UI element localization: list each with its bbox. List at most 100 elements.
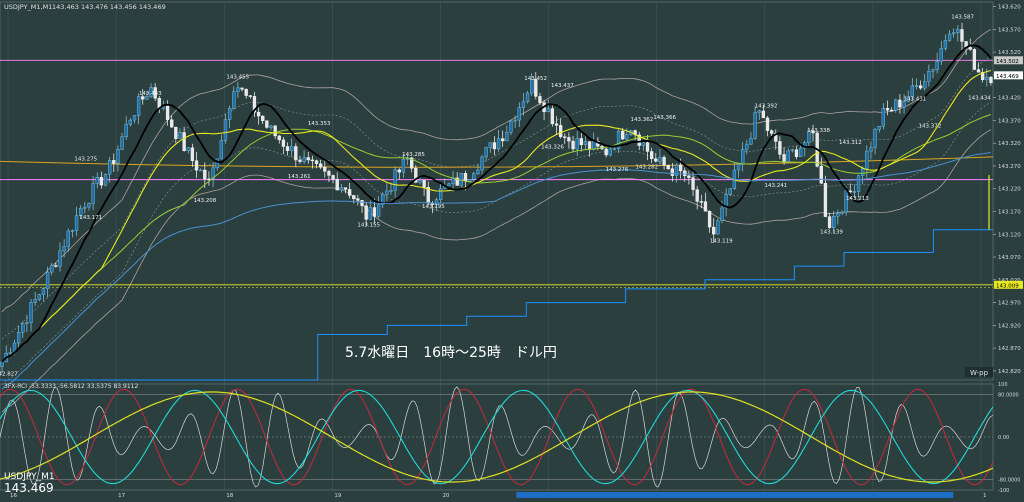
candle-body: [50, 265, 54, 273]
candle-body: [74, 215, 79, 231]
candle-body: [645, 142, 650, 152]
candle-body: [877, 125, 881, 130]
candle-body: [558, 125, 563, 137]
osc-axis-label: -100: [998, 488, 1009, 494]
candle-body: [447, 183, 451, 187]
candle-body: [95, 177, 99, 184]
candle-body: [240, 87, 244, 90]
candle-body: [265, 120, 269, 128]
candle-body: [972, 49, 977, 70]
price-tick-label: 143.270: [998, 164, 1021, 170]
candle-body: [21, 323, 25, 333]
candle-body: [728, 188, 732, 195]
candle-body: [563, 136, 567, 138]
candle-body: [306, 157, 310, 161]
osc-axis-label: -80.0000: [998, 477, 1020, 483]
candle-body: [99, 177, 104, 186]
candle-body: [397, 169, 401, 173]
candle-body: [832, 216, 836, 228]
candle-body: [33, 299, 37, 303]
candle-body: [989, 76, 993, 83]
price-label: 143.139: [820, 230, 843, 236]
candle-body: [927, 71, 931, 82]
candle-body: [625, 134, 629, 140]
candle-body: [128, 119, 132, 125]
candle-body: [132, 115, 137, 121]
candle-body: [290, 146, 294, 151]
bottom-price: 143.469: [4, 481, 54, 495]
candle-body: [120, 136, 124, 150]
candle-body: [943, 39, 948, 49]
price-label: 143.434: [968, 95, 991, 101]
candle-body: [716, 220, 720, 235]
candle-body: [219, 140, 224, 160]
candle-body: [360, 200, 364, 206]
candle-body: [587, 141, 592, 150]
candle-body: [861, 168, 865, 176]
candle-body: [178, 132, 182, 139]
candle-body: [194, 160, 199, 171]
candle-body: [273, 125, 277, 137]
price-label: 143.372: [918, 123, 941, 129]
price-label: 143.119: [710, 239, 733, 245]
candle-body: [513, 119, 517, 122]
candle-body: [70, 230, 75, 232]
candle-body: [58, 250, 62, 267]
candle-body: [654, 158, 658, 162]
candle-body: [248, 95, 252, 97]
price-label: 143.171: [79, 215, 102, 221]
candle-body: [658, 157, 662, 162]
candle-body: [608, 148, 612, 156]
osc-axis-label: 100: [998, 382, 1008, 388]
time-selection-bar: [516, 492, 954, 498]
candle-body: [769, 130, 774, 134]
price-label: 143.587: [951, 15, 974, 21]
candle-body: [840, 211, 844, 214]
price-label: 143.437: [551, 83, 574, 89]
candle-body: [550, 108, 555, 124]
candle-body: [823, 183, 828, 217]
candle-body: [480, 156, 484, 171]
candle-body: [66, 230, 70, 247]
candle-body: [41, 288, 46, 295]
candle-body: [621, 130, 625, 140]
candle-body: [368, 207, 372, 220]
candle-body: [546, 108, 550, 113]
chart-header-symbol: USDJPY_M1,M1: [4, 3, 52, 11]
price-label: 143.276: [606, 167, 629, 173]
candle-body: [236, 87, 240, 92]
candle-body: [873, 129, 877, 148]
candle-body: [683, 170, 687, 177]
candle-body: [567, 137, 571, 142]
candle-body: [285, 146, 290, 151]
candle-body: [650, 151, 654, 159]
candle-body: [190, 147, 195, 161]
candle-body: [256, 111, 261, 117]
candle-body: [881, 108, 886, 127]
candle-body: [112, 160, 116, 164]
candle-body: [525, 92, 530, 103]
candle-body: [517, 107, 521, 121]
candle-body: [852, 191, 857, 193]
price-label: 143.195: [422, 204, 445, 210]
candle-body: [165, 105, 170, 120]
candle-body: [827, 216, 832, 228]
candle-body: [712, 226, 716, 235]
price-label: 143.366: [653, 115, 676, 121]
candle-body: [538, 96, 542, 103]
price-tick-label: 143.220: [998, 187, 1021, 193]
candle-body: [107, 160, 112, 175]
price-label: 143.312: [839, 140, 862, 146]
candle-body: [765, 117, 770, 131]
candle-body: [25, 322, 29, 324]
candle-body: [331, 175, 335, 180]
candle-body: [985, 76, 989, 80]
candle-body: [695, 189, 699, 202]
candle-body: [865, 150, 869, 169]
candle-body: [856, 175, 861, 192]
candle-body: [691, 177, 695, 190]
candle-body: [327, 171, 331, 176]
candle-body: [45, 271, 50, 289]
candle-body: [894, 99, 898, 111]
price-tag-current: 143.469: [996, 74, 1019, 80]
